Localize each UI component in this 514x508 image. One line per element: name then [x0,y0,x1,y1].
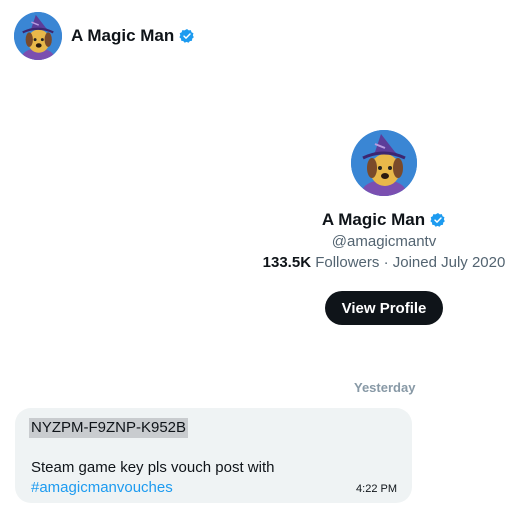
conversation-header: A Magic Man [14,12,195,60]
message-bubble[interactable]: NYZPM-F9ZNP-K952B Steam game key pls vou… [15,408,412,503]
wizard-dog-avatar-icon [351,130,417,196]
wizard-dog-avatar-icon [14,12,62,60]
verified-badge-icon [179,29,195,43]
message-body-text: Steam game key pls vouch post with [31,459,275,476]
profile-stats: 133.5K Followers · Joined July 2020 [263,254,506,271]
view-profile-button[interactable]: View Profile [324,291,444,325]
profile-avatar[interactable] [351,130,417,196]
verified-badge-icon [430,213,445,227]
hashtag-link[interactable]: #amagicmanvouches [31,479,173,496]
dm-conversation-page: A Magic Man A Magic Man @amagicmantv 133… [0,0,514,508]
profile-card: A Magic Man @amagicmantv 133.5K Follower… [252,130,514,325]
message-timestamp: 4:22 PM [356,483,397,495]
stats-separator: · [383,254,389,271]
joined-date: Joined July 2020 [392,254,506,271]
profile-name-row: A Magic Man [322,210,446,230]
profile-handle: @amagicmantv [331,233,437,250]
header-display-name[interactable]: A Magic Man [71,26,174,46]
message-body: Steam game key pls vouch post with #amag… [31,458,396,498]
header-avatar[interactable] [14,12,62,60]
followers-label: Followers [315,254,380,271]
profile-display-name: A Magic Man [321,210,426,229]
message-highlighted-text: NYZPM-F9ZNP-K952B [29,418,189,438]
date-separator: Yesterday [354,380,416,395]
followers-count: 133.5K [262,254,312,271]
